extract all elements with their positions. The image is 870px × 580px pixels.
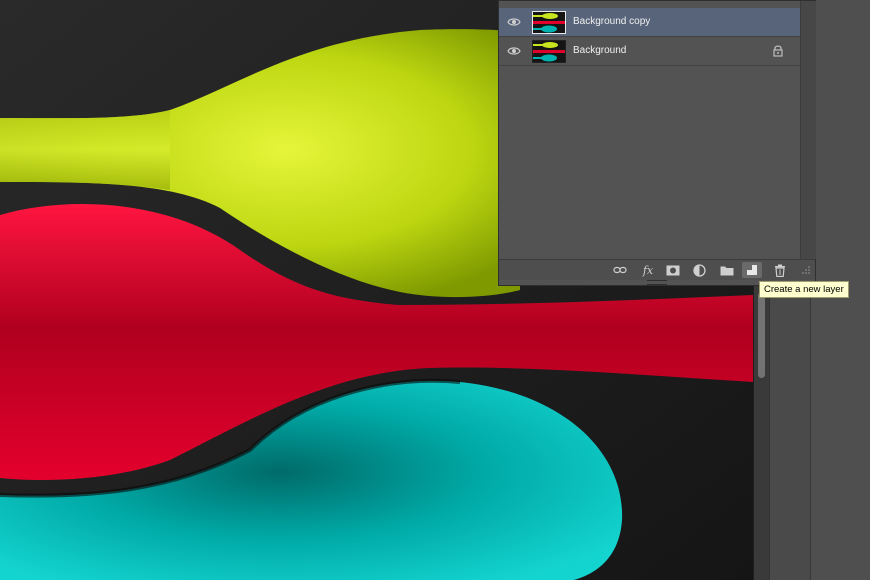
eye-visibility-icon[interactable] (507, 16, 521, 28)
layers-panel-scrollbar[interactable] (800, 1, 816, 259)
panel-dock-strip (769, 286, 811, 580)
new-group-folder-icon[interactable] (717, 262, 737, 278)
link-layers-icon[interactable] (610, 262, 630, 278)
add-mask-icon[interactable] (663, 262, 683, 278)
adjustment-layer-icon[interactable] (690, 262, 710, 278)
layer-thumbnail (532, 40, 566, 63)
canvas-vertical-scrollbar[interactable] (753, 286, 769, 580)
layer-row-background-copy[interactable]: Background copy (499, 8, 800, 37)
panel-resize-grip-icon[interactable] (801, 265, 811, 275)
layers-panel-footer: fx (499, 259, 815, 280)
lock-icon (773, 45, 783, 57)
new-layer-icon[interactable] (742, 262, 762, 278)
layers-panel: Background copy Background fx (498, 0, 816, 286)
eye-visibility-icon[interactable] (507, 45, 521, 57)
fx-label: fx (642, 263, 654, 277)
trash-icon[interactable] (770, 262, 790, 278)
layer-row-background[interactable]: Background (499, 37, 800, 66)
canvas-scroll-thumb[interactable] (758, 292, 765, 378)
tooltip: Create a new layer (759, 281, 849, 298)
fx-icon[interactable]: fx (638, 262, 658, 278)
layer-name[interactable]: Background copy (573, 16, 650, 27)
layer-name[interactable]: Background (573, 45, 626, 56)
layer-thumbnail (532, 11, 566, 34)
panel-drag-handle[interactable] (647, 280, 667, 285)
